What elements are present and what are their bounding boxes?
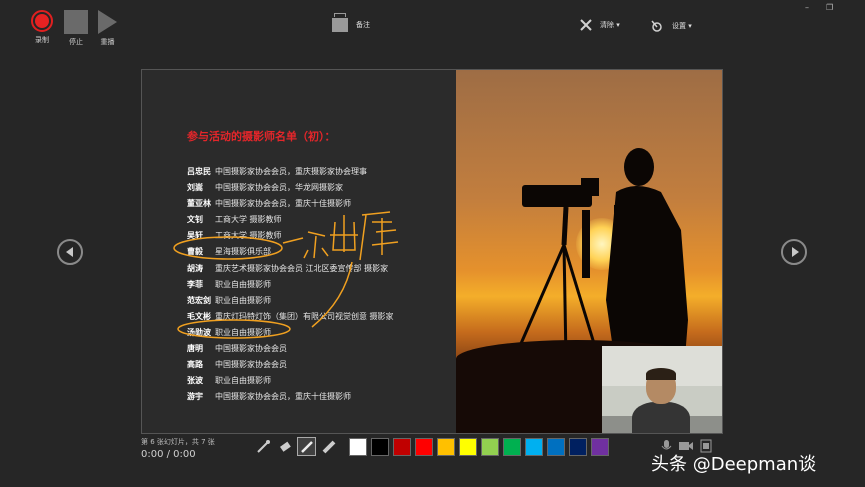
- color-swatch[interactable]: [437, 438, 455, 456]
- photographer-name: 曹毅: [187, 247, 203, 257]
- pen-tool[interactable]: [297, 437, 316, 456]
- chevron-right-icon: [791, 247, 799, 257]
- eraser-icon: [279, 441, 291, 452]
- laser-pointer-icon: [256, 439, 270, 453]
- recording-time: 0:00 / 0:00: [141, 449, 196, 460]
- record-button[interactable]: 录制: [31, 10, 53, 45]
- photographer-row: 吴轩 工商大学 摄影教师: [187, 228, 394, 244]
- play-icon: [98, 10, 117, 34]
- photographer-row: 张波 职业自由摄影师: [187, 373, 394, 389]
- photographer-name: 范宏剑: [187, 295, 211, 305]
- photographer-name: 胡涛: [187, 263, 203, 273]
- photographer-desc: 重庆艺术摄影家协会会员 江北区委宣传部 摄影家: [215, 263, 389, 273]
- photographer-list: 吕忠民 中国摄影家协会会员，重庆摄影家协会理事刘嵩 中国摄影家协会会员，华龙网摄影家…: [187, 164, 394, 405]
- ink-color-palette: [349, 438, 609, 456]
- photographer-desc: 中国摄影家协会会员，重庆摄影家协会理事: [215, 167, 367, 176]
- photographer-row: 文钊 工商大学 摄影教师: [187, 212, 394, 228]
- color-swatch[interactable]: [481, 438, 499, 456]
- photographer-name: 游宇: [187, 392, 203, 402]
- color-swatch[interactable]: [371, 438, 389, 456]
- stop-icon: [64, 10, 88, 34]
- highlighter-tool[interactable]: [319, 437, 338, 456]
- settings-button[interactable]: 设置 ▾: [650, 19, 692, 33]
- color-swatch[interactable]: [569, 438, 587, 456]
- color-swatch[interactable]: [393, 438, 411, 456]
- next-slide-button[interactable]: [781, 239, 807, 265]
- photographer-row: 曹毅 星海摄影俱乐部: [187, 244, 394, 260]
- photographer-desc: 中国摄影家协会会员，华龙网摄影家: [215, 183, 343, 193]
- pen-icon: [300, 440, 313, 453]
- replay-button[interactable]: 重播: [98, 10, 117, 47]
- photographer-name: 文钊: [187, 215, 203, 225]
- top-toolbar: 录制 停止 重播 备注 清除 ▾ 设置 ▾ – ❐: [0, 0, 865, 55]
- photographer-name: 吴轩: [187, 231, 203, 241]
- slide-title: 参与活动的摄影师名单（初）：: [187, 130, 336, 143]
- notes-button[interactable]: 备注: [332, 13, 370, 32]
- color-swatch[interactable]: [349, 438, 367, 456]
- laser-pointer-tool[interactable]: [253, 437, 272, 456]
- notes-icon: [332, 13, 348, 32]
- photographer-row: 范宏剑 职业自由摄影师: [187, 293, 394, 309]
- photographer-row: 吕忠民 中国摄影家协会会员，重庆摄影家协会理事: [187, 164, 394, 180]
- record-label: 录制: [35, 36, 49, 44]
- photographer-desc: 星海摄影俱乐部: [215, 247, 271, 257]
- photographer-row: 高路 中国摄影家协会会员: [187, 357, 394, 373]
- photographer-row: 汤勋波 职业自由摄影师: [187, 325, 394, 341]
- stop-button[interactable]: 停止: [64, 10, 88, 47]
- photographer-row: 毛文彬 重庆灯玛特灯饰（集团）有限公司视觉创意 摄影家: [187, 309, 394, 325]
- photographer-desc: 中国摄影家协会会员，重庆十佳摄影师: [215, 199, 351, 209]
- photographer-name: 李菲: [187, 279, 203, 289]
- photographer-row: 胡涛 重庆艺术摄影家协会会员 江北区委宣传部 摄影家: [187, 261, 394, 277]
- photographer-desc: 职业自由摄影师: [215, 279, 271, 289]
- photographer-desc: 职业自由摄影师: [215, 327, 271, 337]
- photographer-name: 唐明: [187, 344, 203, 354]
- photographer-name: 董亚林: [187, 199, 211, 209]
- webcam-overlay: [602, 346, 722, 433]
- minimize-button[interactable]: –: [805, 3, 809, 12]
- pen-tools: [253, 437, 338, 456]
- photographer-name: 吕忠民: [187, 167, 211, 176]
- restore-button[interactable]: ❐: [826, 3, 833, 12]
- photographer-name: 汤勋波: [187, 327, 211, 337]
- notes-label: 备注: [356, 21, 370, 29]
- eraser-x-icon: [580, 19, 592, 31]
- photographer-row: 游宇 中国摄影家协会会员，重庆十佳摄影师: [187, 389, 394, 405]
- settings-icon: [651, 20, 662, 32]
- highlighter-icon: [322, 440, 335, 453]
- clear-button[interactable]: 清除 ▾: [580, 19, 620, 31]
- slide-canvas[interactable]: 参与活动的摄影师名单（初）： 吕忠民 中国摄影家协会会员，重庆摄影家协会理事 刘嵩中…: [141, 69, 723, 434]
- photographer-desc: 工商大学 摄影教师: [215, 215, 282, 225]
- record-icon: [31, 10, 53, 32]
- photographer-desc: 重庆灯玛特灯饰（集团）有限公司视觉创意 摄影家: [215, 311, 394, 321]
- watermark: 头条 @Deepman谈: [651, 454, 817, 475]
- photographer-name: 刘嵩: [187, 183, 203, 193]
- photographer-row: 李菲 职业自由摄影师: [187, 277, 394, 293]
- color-swatch[interactable]: [525, 438, 543, 456]
- color-swatch[interactable]: [415, 438, 433, 456]
- photographer-desc: 中国摄影家协会会员: [215, 360, 287, 370]
- photographer-desc: 职业自由摄影师: [215, 295, 271, 305]
- photographer-name: 毛文彬: [187, 311, 211, 321]
- photographer-row: 刘嵩 中国摄影家协会会员，华龙网摄影家: [187, 180, 394, 196]
- photographer-desc: 职业自由摄影师: [215, 376, 271, 386]
- color-swatch[interactable]: [503, 438, 521, 456]
- slide-counter: 第 6 张幻灯片，共 7 张: [141, 438, 215, 446]
- photographer-desc: 工商大学 摄影教师: [215, 231, 282, 241]
- eraser-tool[interactable]: [275, 437, 294, 456]
- clear-label: 清除 ▾: [600, 21, 620, 29]
- photographer-desc: 中国摄影家协会会员: [215, 344, 287, 354]
- color-swatch[interactable]: [547, 438, 565, 456]
- color-swatch[interactable]: [591, 438, 609, 456]
- photographer-name: 张波: [187, 376, 203, 386]
- chevron-left-icon: [65, 247, 73, 257]
- replay-label: 重播: [100, 38, 115, 46]
- settings-label: 设置 ▾: [672, 22, 692, 30]
- photographer-name: 高路: [187, 360, 203, 370]
- color-swatch[interactable]: [459, 438, 477, 456]
- photographer-row: 唐明 中国摄影家协会会员: [187, 341, 394, 357]
- photographer-row: 董亚林 中国摄影家协会会员，重庆十佳摄影师: [187, 196, 394, 212]
- previous-slide-button[interactable]: [57, 239, 83, 265]
- stop-label: 停止: [69, 38, 83, 46]
- photographer-desc: 中国摄影家协会会员，重庆十佳摄影师: [215, 392, 351, 402]
